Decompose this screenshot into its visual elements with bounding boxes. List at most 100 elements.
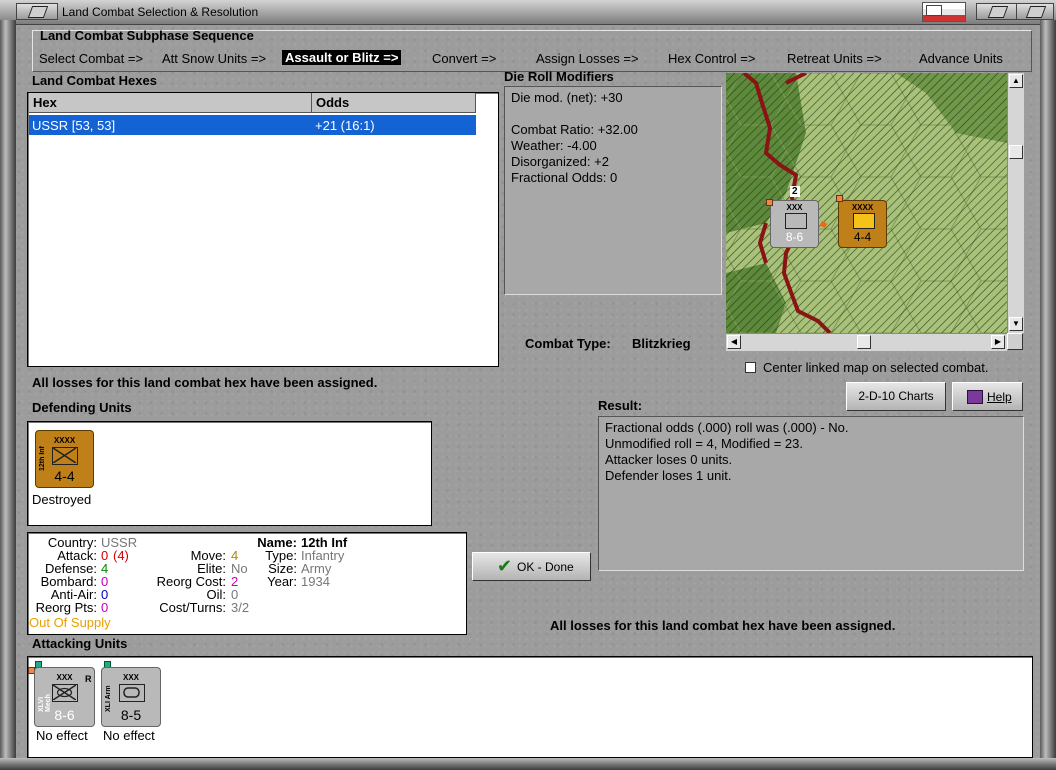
close-icon — [1025, 6, 1047, 18]
losses-assigned-msg: All losses for this land combat hex have… — [32, 375, 378, 390]
attacking-units-panel: XXX R XLVI Mech 8-6 No effect XXX XLI Ar… — [27, 656, 1033, 758]
center-map-label: Center linked map on selected combat. — [763, 360, 989, 375]
modifier-line: Fractional Odds: 0 — [511, 170, 618, 185]
result-panel: Fractional odds (.000) roll was (.000) -… — [598, 416, 1024, 571]
charts-button[interactable]: 2-D-10 Charts — [846, 382, 946, 411]
result-line: Attacker loses 0 units. — [605, 452, 733, 467]
odds-column-header[interactable]: Odds — [312, 93, 476, 113]
step-advance-units: Advance Units — [919, 51, 1003, 66]
strength-label: 4-4 — [54, 468, 75, 484]
map-attacker-counter[interactable]: XXX 8-6 — [770, 200, 819, 248]
unit-info-panel: Country: USSR Attack: 0 (4) Defense: 4 B… — [27, 532, 467, 635]
window-icon — [27, 6, 49, 18]
window-menu-button[interactable] — [16, 3, 58, 20]
scroll-corner — [1007, 333, 1023, 350]
window-title: Land Combat Selection & Resolution — [62, 5, 259, 19]
mini-map[interactable]: 2 XXX 8-6 XXXX 4-4 — [726, 73, 1007, 333]
scroll-left-icon[interactable]: ◀ — [727, 335, 741, 349]
infantry-symbol-icon — [52, 447, 78, 465]
map-defender-counter[interactable]: XXXX 4-4 — [838, 200, 887, 248]
checkmark-icon: ✔ — [497, 556, 513, 576]
ok-label: OK - Done — [517, 560, 574, 574]
frame-bottom — [0, 758, 1056, 770]
result-title: Result: — [598, 398, 643, 413]
center-map-checkbox[interactable] — [745, 362, 756, 373]
table-row[interactable]: USSR [53, 53] +21 (16:1) — [29, 115, 476, 135]
attacking-unit-status: No effect — [36, 728, 88, 743]
defending-unit-counter[interactable]: XXXX 12th Inf 4-4 — [35, 430, 94, 488]
cost-turns-value: 3/2 — [231, 600, 250, 615]
german-flag-icon — [922, 2, 966, 22]
armor-symbol-icon — [119, 684, 145, 702]
unit-size-label: XXX — [122, 673, 139, 682]
scroll-down-icon[interactable]: ▼ — [1009, 317, 1023, 331]
attacking-unit-status: No effect — [103, 728, 155, 743]
reorg-pts-label: Reorg Pts: — [35, 600, 97, 615]
defending-title: Defending Units — [32, 400, 132, 415]
stack-count-badge: 2 — [790, 186, 800, 197]
scroll-thumb[interactable] — [1009, 145, 1023, 159]
modifier-line: Disorganized: +2 — [511, 154, 609, 169]
status-marker-icon — [836, 195, 843, 202]
attacking-title: Attacking Units — [32, 636, 128, 651]
hex-column-header[interactable]: Hex — [29, 93, 312, 113]
step-convert: Convert => — [432, 51, 497, 66]
scroll-up-icon[interactable]: ▲ — [1009, 74, 1023, 88]
strength-label: 8-5 — [120, 707, 142, 723]
map-horizontal-scrollbar[interactable]: ◀ ▶ — [726, 333, 1007, 351]
modifiers-panel: Die mod. (net): +30 Combat Ratio: +32.00… — [504, 86, 722, 295]
reorg-pts-value: 0 — [101, 600, 109, 615]
step-assign-losses: Assign Losses => — [536, 51, 639, 66]
modifier-line: Die mod. (net): +30 — [511, 90, 623, 105]
close-button[interactable] — [1016, 3, 1054, 20]
attacking-unit-counter[interactable]: XXX XLI Arm 8-5 — [101, 667, 161, 727]
help-book-icon — [967, 390, 983, 404]
modifier-line: Weather: -4.00 — [511, 138, 597, 153]
losses-assigned-msg-2: All losses for this land combat hex have… — [550, 618, 896, 633]
result-line: Unmodified roll = 4, Modified = 23. — [605, 436, 803, 451]
defending-unit-status: Destroyed — [32, 492, 92, 507]
strength-label: 8-6 — [54, 707, 75, 723]
frame-left — [0, 20, 16, 770]
hex-cell: USSR [53, 53] — [32, 118, 116, 133]
scroll-thumb[interactable] — [857, 335, 871, 349]
odds-cell: +21 (16:1) — [315, 118, 375, 133]
defending-units-panel: XXXX 12th Inf 4-4 Destroyed — [27, 421, 432, 526]
step-hex-control: Hex Control => — [668, 51, 756, 66]
supply-status: Out Of Supply — [29, 615, 111, 630]
restore-button[interactable] — [976, 3, 1018, 20]
strength-label: 4-4 — [853, 230, 872, 244]
strength-label: 8-6 — [785, 230, 804, 244]
step-select-combat: Select Combat => — [39, 51, 144, 66]
step-assault-or-blitz: Assault or Blitz => — [282, 50, 402, 65]
step-retreat-units: Retreat Units => — [787, 51, 882, 66]
result-line: Defender loses 1 unit. — [605, 468, 732, 483]
unit-flag-label: R — [85, 674, 92, 684]
step-att-snow-units: Att Snow Units => — [162, 51, 267, 66]
mech-symbol-icon — [52, 684, 78, 702]
restore-icon — [987, 6, 1009, 18]
combat-type-value: Blitzkrieg — [632, 336, 691, 351]
title-bar: Land Combat Selection & Resolution — [0, 0, 1056, 25]
frame-right — [1040, 20, 1056, 770]
hexes-title: Land Combat Hexes — [32, 73, 157, 88]
unit-size-label: XXX — [786, 203, 803, 212]
modifiers-title: Die Roll Modifiers — [504, 69, 614, 84]
status-marker-icon — [766, 199, 773, 206]
cost-turns-label: Cost/Turns: — [159, 600, 226, 615]
attack-extra: (4) — [113, 548, 129, 563]
combat-type-label: Combat Type: — [525, 336, 611, 351]
help-label: Help — [987, 390, 1012, 404]
attacking-unit-counter[interactable]: XXX R XLVI Mech 8-6 — [34, 667, 95, 727]
result-line: Fractional odds (.000) roll was (.000) -… — [605, 420, 849, 435]
map-vertical-scrollbar[interactable]: ▲ ▼ — [1007, 73, 1024, 333]
mech-symbol-icon — [785, 213, 807, 229]
ok-done-button[interactable]: ✔ OK - Done — [472, 552, 591, 581]
year-value: 1934 — [301, 574, 330, 589]
scroll-right-icon[interactable]: ▶ — [991, 335, 1005, 349]
subphase-title: Land Combat Subphase Sequence — [40, 28, 254, 43]
unit-size-label: XXXX — [851, 203, 874, 212]
modifier-line: Combat Ratio: +32.00 — [511, 122, 638, 137]
help-button[interactable]: Help — [952, 382, 1023, 411]
year-label: Year: — [267, 574, 297, 589]
